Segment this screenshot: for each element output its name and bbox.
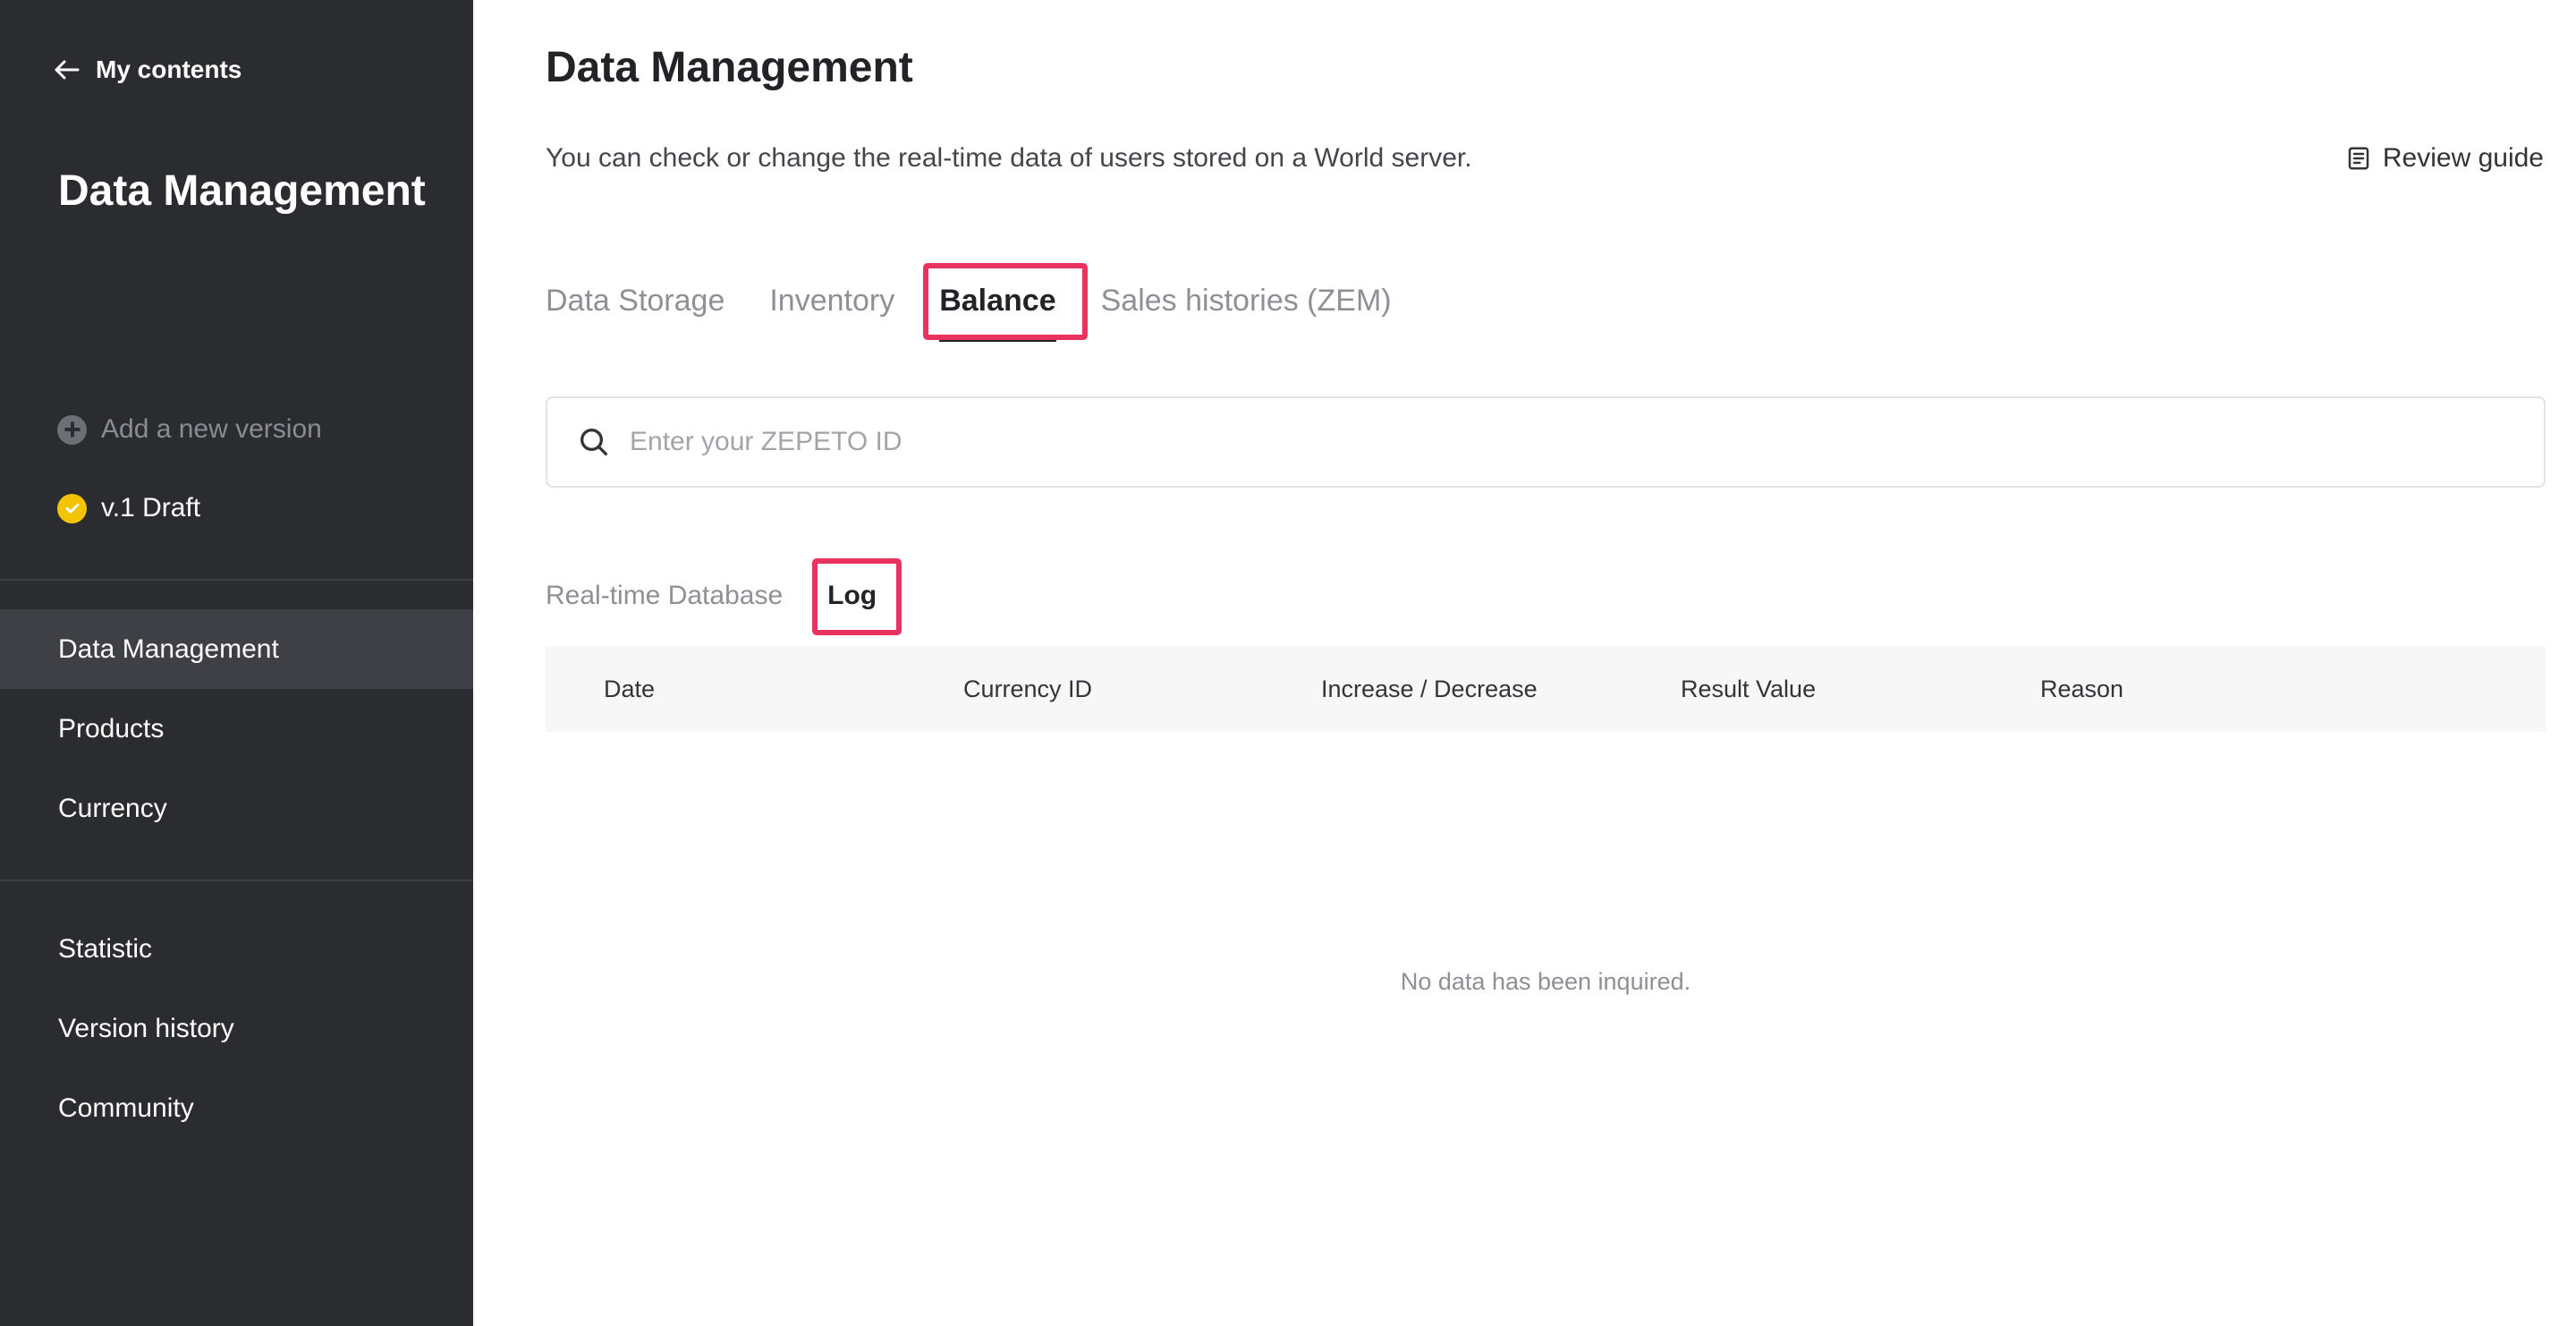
sidebar-divider — [0, 579, 473, 581]
balance-tab-highlight — [923, 263, 1088, 340]
tab-sales-histories[interactable]: Sales histories (ZEM) — [1101, 276, 1392, 333]
sidebar-item-label: Version history — [58, 1013, 234, 1043]
check-circle-icon — [57, 493, 87, 523]
review-guide-link[interactable]: Review guide — [2345, 143, 2544, 174]
log-subtab-highlight — [812, 558, 902, 635]
sidebar-item-label: Data Management — [58, 633, 279, 664]
sidebar-item-products[interactable]: Products — [0, 689, 473, 769]
page-title: Data Management — [546, 44, 913, 91]
version-label: v.1 Draft — [101, 493, 201, 523]
search-box — [546, 396, 2546, 488]
column-header-result-value[interactable]: Result Value — [1681, 646, 1816, 732]
zepeto-id-search-input[interactable] — [630, 427, 2329, 457]
sidebar-item-version-history[interactable]: Version history — [0, 989, 473, 1068]
arrow-left-icon — [55, 60, 80, 80]
column-header-increase-decrease[interactable]: Increase / Decrease — [1321, 646, 1538, 732]
log-table-header: Date Currency ID Increase / Decrease Res… — [546, 646, 2546, 732]
sidebar-item-label: Currency — [58, 793, 167, 823]
sidebar-item-statistic[interactable]: Statistic — [0, 909, 473, 989]
subtab-real-time-database[interactable]: Real-time Database — [546, 581, 783, 611]
sidebar-item-label: Products — [58, 713, 165, 744]
back-to-my-contents-link[interactable]: My contents — [51, 54, 242, 86]
add-new-version-button[interactable]: Add a new version — [57, 412, 322, 447]
sidebar-item-currency[interactable]: Currency — [0, 769, 473, 848]
tab-data-storage[interactable]: Data Storage — [546, 276, 724, 333]
column-header-currency-id[interactable]: Currency ID — [963, 646, 1092, 732]
search-icon — [580, 429, 607, 455]
back-link-label: My contents — [96, 55, 242, 83]
tab-label: Sales histories (ZEM) — [1100, 284, 1392, 318]
column-header-reason[interactable]: Reason — [2040, 646, 2123, 732]
tab-label: Data Storage — [546, 284, 725, 318]
sidebar: My contents Data Management Add a new ve… — [0, 0, 473, 1326]
empty-state-message: No data has been inquired. — [1400, 968, 1691, 995]
sidebar-item-label: Statistic — [58, 933, 153, 964]
column-header-date[interactable]: Date — [604, 646, 655, 732]
sidebar-title: Data Management — [58, 167, 426, 215]
review-guide-label: Review guide — [2382, 143, 2544, 173]
version-item-v1-draft[interactable]: v.1 Draft — [57, 490, 200, 526]
add-version-label: Add a new version — [101, 414, 322, 444]
sidebar-item-community[interactable]: Community — [0, 1068, 473, 1148]
sidebar-item-data-management[interactable]: Data Management — [0, 609, 473, 689]
tab-label: Inventory — [769, 284, 895, 318]
plus-circle-icon — [57, 414, 87, 445]
document-icon — [2348, 147, 2369, 170]
sidebar-divider — [0, 880, 473, 881]
sidebar-item-label: Community — [58, 1092, 194, 1123]
tab-inventory[interactable]: Inventory — [769, 276, 894, 333]
page-description: You can check or change the real-time da… — [546, 143, 1472, 173]
